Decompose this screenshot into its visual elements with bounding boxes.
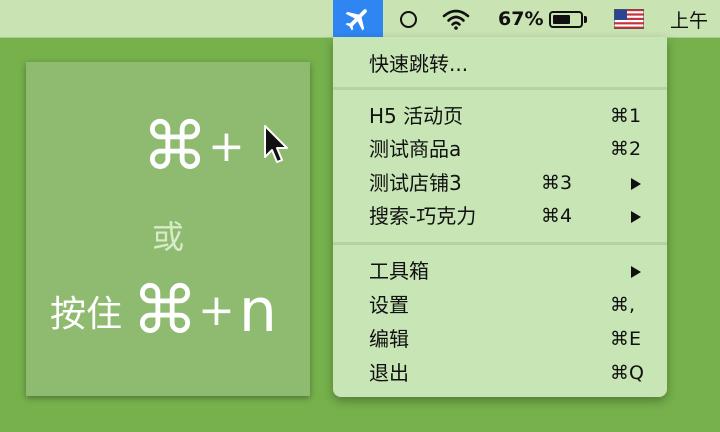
plus-sign: + <box>208 121 245 172</box>
hint-row-top: ⌘ + <box>142 114 245 180</box>
menu-item-label: 设置 <box>369 293 409 317</box>
menu-item-page-1[interactable]: H5 活动页 ⌘1 <box>333 100 667 132</box>
menu-item-label: 退出 <box>369 361 409 385</box>
menu-item-toolbox[interactable]: 工具箱 <box>333 255 667 287</box>
plus-sign: + <box>198 285 235 336</box>
app-dropdown-menu: 快速跳转... H5 活动页 ⌘1 测试商品a ⌘2 测试店铺3 ⌘3 搜索-巧… <box>333 37 667 397</box>
menu-item-shortcut: ⌘Q <box>610 362 644 384</box>
menu-item-label: 搜索-巧克力 <box>369 204 477 228</box>
command-key-glyph: ⌘ <box>142 108 208 185</box>
menu-item-edit[interactable]: 编辑 ⌘E <box>333 323 667 355</box>
cursor-icon <box>264 125 288 163</box>
hint-row-bottom: 按住 ⌘ + n <box>50 278 277 344</box>
menubar-status-item[interactable] <box>400 0 417 38</box>
menu-item-shortcut: ⌘3 <box>541 172 573 194</box>
menu-item-label: 工具箱 <box>369 259 429 283</box>
menubar-wifi[interactable] <box>442 0 470 38</box>
menu-item-quit[interactable]: 退出 ⌘Q <box>333 357 667 389</box>
menubar-battery[interactable] <box>549 0 587 38</box>
menu-separator <box>333 242 667 245</box>
submenu-arrow-icon <box>631 178 641 190</box>
submenu-arrow-icon <box>631 211 641 223</box>
shortcut-hint-panel: ⌘ + 或 按住 ⌘ + n <box>26 62 310 396</box>
menubar-input-source[interactable] <box>614 0 644 38</box>
menu-item-page-3[interactable]: 测试店铺3 ⌘3 <box>333 167 667 199</box>
menu-item-page-2[interactable]: 测试商品a ⌘2 <box>333 133 667 165</box>
menubar-clock[interactable]: 上午 <box>670 0 708 38</box>
hint-or-text: 或 <box>151 218 184 256</box>
menu-item-shortcut: ⌘1 <box>610 105 642 127</box>
menu-item-shortcut: ⌘E <box>610 328 642 350</box>
hint-key-letter: n <box>238 276 277 346</box>
menu-item-quick-jump[interactable]: 快速跳转... <box>333 48 667 80</box>
battery-percent[interactable]: 67% <box>498 0 543 38</box>
menu-item-shortcut: ⌘2 <box>610 138 642 160</box>
airplane-icon <box>345 9 367 31</box>
circle-icon <box>400 10 417 28</box>
command-key-glyph: ⌘ <box>132 272 199 349</box>
menu-separator <box>333 87 667 90</box>
menu-bar: 67% 上午 <box>0 0 720 38</box>
hint-hold-label: 按住 <box>50 294 123 335</box>
menu-item-settings[interactable]: 设置 ⌘, <box>333 289 667 321</box>
submenu-arrow-icon <box>631 266 641 278</box>
battery-icon <box>549 10 583 28</box>
menu-item-label: 编辑 <box>369 327 409 351</box>
menu-item-label: 测试商品a <box>369 137 462 161</box>
menubar-app-button[interactable] <box>333 0 383 38</box>
battery-level-fill <box>553 14 571 24</box>
menu-item-label: H5 活动页 <box>369 104 464 128</box>
wifi-icon <box>442 9 470 30</box>
menu-item-label: 测试店铺3 <box>369 171 462 195</box>
menu-item-page-4[interactable]: 搜索-巧克力 ⌘4 <box>333 200 667 232</box>
menu-item-shortcut: ⌘4 <box>541 205 573 227</box>
battery-tip <box>584 15 587 23</box>
menu-item-label: 快速跳转... <box>369 52 469 76</box>
us-flag-icon <box>614 9 644 29</box>
menu-item-shortcut: ⌘, <box>610 294 636 316</box>
